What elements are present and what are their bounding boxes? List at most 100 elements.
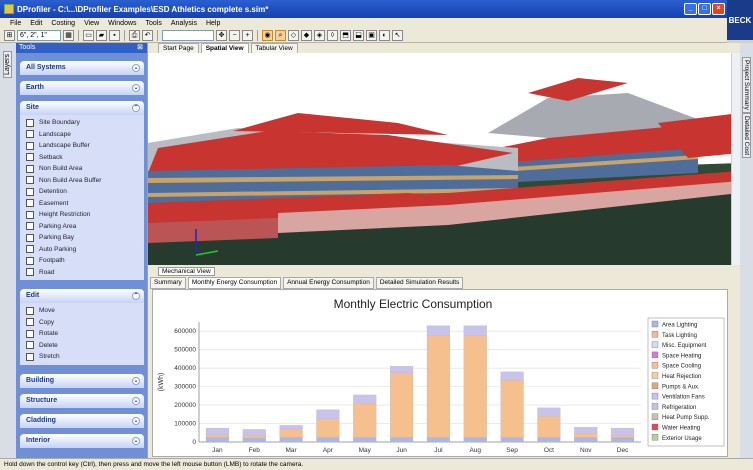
section-cladding[interactable]: Cladding ⌄ bbox=[20, 414, 144, 428]
tool-icon bbox=[26, 222, 34, 231]
tab-annual-energy-consumption[interactable]: Annual Energy Consumption bbox=[283, 277, 374, 289]
view-plan-icon[interactable]: ▣ bbox=[366, 30, 377, 41]
site-tool-item[interactable]: Non Build Area bbox=[20, 163, 144, 175]
view-front-icon[interactable]: ◇ bbox=[288, 30, 299, 41]
section-structure[interactable]: Structure ⌄ bbox=[20, 394, 144, 408]
site-tool-label: Height Restriction bbox=[39, 211, 91, 219]
edit-tool-item[interactable]: Rotate bbox=[20, 328, 144, 340]
site-tool-item[interactable]: Detention bbox=[20, 186, 144, 198]
zoom-out-icon[interactable]: − bbox=[229, 30, 240, 41]
pointer-icon[interactable]: ↖ bbox=[392, 30, 403, 41]
site-tool-item[interactable]: Footpath bbox=[20, 255, 144, 267]
menu-windows[interactable]: Windows bbox=[108, 20, 136, 27]
close-button[interactable]: × bbox=[712, 3, 725, 15]
menu-help[interactable]: Help bbox=[206, 20, 220, 27]
spatial-3d-view[interactable] bbox=[148, 53, 740, 265]
grid-icon[interactable]: ▦ bbox=[63, 30, 74, 41]
chevron-down-icon[interactable]: ⌄ bbox=[132, 64, 140, 72]
chevron-down-icon[interactable]: ⌄ bbox=[132, 397, 140, 405]
x-tick-label: Mar bbox=[285, 447, 297, 454]
site-tool-item[interactable]: Road bbox=[20, 267, 144, 279]
bar-segment bbox=[205, 428, 229, 435]
site-tool-item[interactable]: Setback bbox=[20, 152, 144, 164]
menu-edit[interactable]: Edit bbox=[30, 20, 42, 27]
tools-pin-icon[interactable]: ⊠ bbox=[137, 43, 143, 53]
site-tool-item[interactable]: Parking Bay bbox=[20, 232, 144, 244]
site-tool-item[interactable]: Landscape Buffer bbox=[20, 140, 144, 152]
grid-combo[interactable]: 6", 2", 1" bbox=[17, 30, 61, 41]
site-tool-item[interactable]: Easement bbox=[20, 198, 144, 210]
rotate-view-icon[interactable]: ◉ bbox=[262, 30, 273, 41]
tab-summary[interactable]: Summary bbox=[150, 277, 186, 289]
app-icon bbox=[4, 4, 14, 14]
menu-analysis[interactable]: Analysis bbox=[171, 20, 197, 27]
site-tool-item[interactable]: Auto Parking bbox=[20, 244, 144, 256]
site-tool-item[interactable]: Landscape bbox=[20, 129, 144, 141]
detailed-cost-tab[interactable]: Detailed Cost bbox=[742, 113, 751, 159]
edit-tool-label: Delete bbox=[39, 341, 58, 349]
tool-icon bbox=[26, 187, 34, 196]
chevron-down-icon[interactable]: ⌄ bbox=[132, 377, 140, 385]
snap-icon[interactable]: ⊞ bbox=[4, 30, 15, 41]
bar-segment bbox=[463, 335, 487, 438]
menu-tools[interactable]: Tools bbox=[146, 20, 162, 27]
section-site: Site ⌃ Site Boundary Landscape Landscape Bu… bbox=[20, 101, 144, 280]
tool-icon bbox=[26, 141, 34, 150]
site-tool-item[interactable]: Parking Area bbox=[20, 221, 144, 233]
view-left-icon[interactable]: ◈ bbox=[314, 30, 325, 41]
pan-icon[interactable]: ✥ bbox=[216, 30, 227, 41]
tab-tabular-view[interactable]: Tabular View bbox=[250, 43, 298, 53]
section-building[interactable]: Building ⌄ bbox=[20, 374, 144, 388]
save-icon[interactable]: ▪ bbox=[109, 30, 120, 41]
mechanical-view-tab[interactable]: Mechanical View bbox=[158, 267, 215, 276]
chevron-down-icon[interactable]: ⌄ bbox=[132, 417, 140, 425]
open-icon[interactable]: ▰ bbox=[96, 30, 107, 41]
menu-view[interactable]: View bbox=[84, 20, 99, 27]
project-summary-tab[interactable]: Project Summary bbox=[742, 57, 751, 113]
tab-start-page[interactable]: Start Page bbox=[158, 43, 199, 53]
site-tool-item[interactable]: Non Build Area Buffer bbox=[20, 175, 144, 187]
new-icon[interactable]: ▭ bbox=[83, 30, 94, 41]
view-combo[interactable] bbox=[162, 30, 214, 41]
section-interior[interactable]: Interior ⌄ bbox=[20, 434, 144, 448]
stretch-icon bbox=[26, 352, 34, 361]
zoom-window-icon[interactable]: ⌕ bbox=[275, 30, 286, 41]
tab-detailed-simulation-results[interactable]: Detailed Simulation Results bbox=[375, 277, 464, 289]
x-tick-label: Aug bbox=[469, 447, 481, 454]
maximize-button[interactable]: □ bbox=[698, 3, 711, 15]
view-top-icon[interactable]: ⬒ bbox=[340, 30, 351, 41]
x-tick-label: Feb bbox=[249, 447, 261, 454]
view-iso-icon[interactable]: ⬓ bbox=[353, 30, 364, 41]
edit-tool-item[interactable]: Delete bbox=[20, 340, 144, 352]
site-tool-item[interactable]: Site Boundary bbox=[20, 117, 144, 129]
edit-tool-item[interactable]: Move bbox=[20, 305, 144, 317]
print-icon[interactable]: ⎙ bbox=[129, 30, 140, 41]
render-icon[interactable]: ◐ bbox=[379, 30, 390, 41]
section-earth[interactable]: Earth ⌄ bbox=[20, 81, 144, 95]
tab-spatial-view[interactable]: Spatial View bbox=[200, 43, 249, 53]
legend-label: Pumps & Aux. bbox=[662, 384, 700, 390]
chevron-down-icon[interactable]: ⌄ bbox=[132, 437, 140, 445]
menu-costing[interactable]: Costing bbox=[51, 20, 75, 27]
monthly-electric-chart: Monthly Electric Consumption (kWh) 0 100000… bbox=[158, 297, 725, 454]
section-all-systems[interactable]: All Systems ⌄ bbox=[20, 61, 144, 75]
edit-tool-item[interactable]: Copy bbox=[20, 317, 144, 329]
edit-tool-item[interactable]: Stretch bbox=[20, 351, 144, 363]
menu-file[interactable]: File bbox=[10, 20, 21, 27]
view-back-icon[interactable]: ◆ bbox=[301, 30, 312, 41]
legend-swatch bbox=[651, 320, 659, 328]
layers-tab[interactable]: Layers bbox=[3, 51, 12, 79]
edit-tool-label: Move bbox=[39, 307, 55, 315]
minimize-button[interactable]: _ bbox=[684, 3, 697, 15]
zoom-in-icon[interactable]: + bbox=[242, 30, 253, 41]
site-tool-item[interactable]: Height Restriction bbox=[20, 209, 144, 221]
x-tick-label: Nov bbox=[580, 447, 592, 454]
chevron-up-icon[interactable]: ⌃ bbox=[132, 292, 140, 300]
scene-scrollbar[interactable] bbox=[731, 53, 740, 265]
tab-monthly-energy-consumption[interactable]: Monthly Energy Consumption bbox=[187, 277, 282, 289]
chevron-up-icon[interactable]: ⌃ bbox=[132, 104, 140, 112]
chevron-down-icon[interactable]: ⌄ bbox=[132, 84, 140, 92]
undo-icon[interactable]: ↶ bbox=[142, 30, 153, 41]
site-tool-label: Setback bbox=[39, 153, 63, 161]
view-right-icon[interactable]: ◊ bbox=[327, 30, 338, 41]
